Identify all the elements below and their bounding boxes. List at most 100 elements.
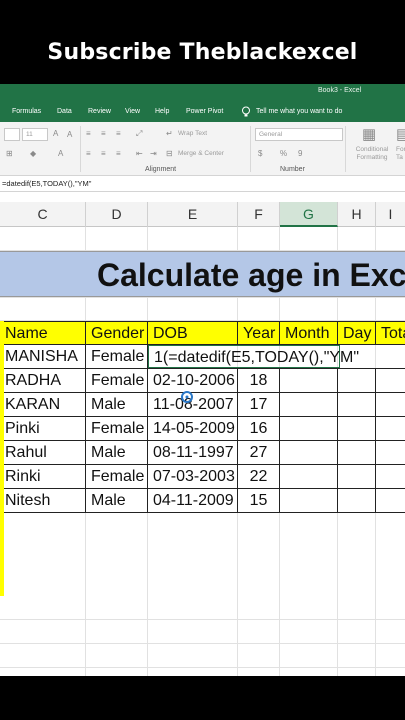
column-header-c[interactable]: C xyxy=(0,202,86,227)
comma-format-icon[interactable]: 9 xyxy=(298,149,302,158)
tab-data[interactable]: Data xyxy=(57,108,72,115)
gender-cell[interactable]: Male xyxy=(86,393,148,416)
font-size-box[interactable]: 11 xyxy=(22,128,48,141)
gender-cell[interactable]: Female xyxy=(86,465,148,488)
day-cell[interactable] xyxy=(338,489,376,512)
column-header-g[interactable]: G xyxy=(280,202,338,227)
name-cell[interactable]: MANISHA xyxy=(0,345,86,368)
name-cell[interactable]: RADHA xyxy=(0,369,86,392)
number-format-box[interactable]: General xyxy=(255,128,343,141)
year-cell[interactable]: 22 xyxy=(238,465,280,488)
currency-format-icon[interactable]: $ xyxy=(258,149,262,158)
column-header-h[interactable]: H xyxy=(338,202,376,227)
tab-formulas[interactable]: Formulas xyxy=(12,108,41,115)
lightbulb-icon xyxy=(242,106,250,117)
tell-me-search[interactable]: Tell me what you want to do xyxy=(256,108,342,115)
total-cell[interactable] xyxy=(376,369,405,392)
total-cell[interactable] xyxy=(376,489,405,512)
align-middle-icon[interactable]: ≡ xyxy=(101,129,106,138)
name-cell[interactable]: Rinki xyxy=(0,465,86,488)
day-cell[interactable] xyxy=(338,417,376,440)
header-day[interactable]: Day xyxy=(338,322,376,345)
wrap-text-label[interactable]: Wrap Text xyxy=(178,130,207,137)
tab-help[interactable]: Help xyxy=(155,108,169,115)
align-left-icon[interactable]: ≡ xyxy=(86,149,91,158)
align-bottom-icon[interactable]: ≡ xyxy=(116,129,121,138)
dob-cell[interactable]: 14-05-2009 xyxy=(148,417,238,440)
day-cell[interactable] xyxy=(338,369,376,392)
column-header-e[interactable]: E xyxy=(148,202,238,227)
total-cell[interactable] xyxy=(376,393,405,416)
year-cell[interactable]: 15 xyxy=(238,489,280,512)
format-as-table-label[interactable]: For Ta xyxy=(396,146,405,162)
gender-cell[interactable]: Female xyxy=(86,369,148,392)
increase-indent-icon[interactable]: ⇥ xyxy=(150,149,157,158)
font-color-icon[interactable]: A xyxy=(58,149,63,158)
font-name-box[interactable] xyxy=(4,128,20,141)
month-cell[interactable] xyxy=(280,489,338,512)
wrap-text-icon[interactable]: ↵ xyxy=(166,129,173,138)
format-as-table-icon[interactable]: ▤ xyxy=(396,125,405,143)
tab-view[interactable]: View xyxy=(125,108,140,115)
grid-line xyxy=(0,643,405,644)
orientation-icon[interactable]: ⤢ xyxy=(136,129,142,139)
day-cell[interactable] xyxy=(338,441,376,464)
year-cell[interactable]: 27 xyxy=(238,441,280,464)
increase-font-icon[interactable]: A xyxy=(53,129,58,138)
month-cell[interactable] xyxy=(280,465,338,488)
title-row[interactable]: Calculate age in Excel xyxy=(0,251,405,297)
dob-cell[interactable]: 08-11-1997 xyxy=(148,441,238,464)
header-month[interactable]: Month xyxy=(280,322,338,345)
conditional-formatting-icon[interactable]: ▦ xyxy=(362,125,376,143)
conditional-formatting-label[interactable]: Conditional Formatting xyxy=(349,146,395,162)
total-cell[interactable] xyxy=(376,417,405,440)
name-cell[interactable]: KARAN xyxy=(0,393,86,416)
align-center-icon[interactable]: ≡ xyxy=(101,149,106,158)
decrease-indent-icon[interactable]: ⇤ xyxy=(136,149,143,158)
tab-review[interactable]: Review xyxy=(88,108,111,115)
gender-cell[interactable]: Female xyxy=(86,417,148,440)
month-cell[interactable] xyxy=(280,417,338,440)
name-cell[interactable]: Rahul xyxy=(0,441,86,464)
column-header-d[interactable]: D xyxy=(86,202,148,227)
merge-center-icon[interactable]: ⊟ xyxy=(166,149,173,158)
day-cell[interactable] xyxy=(338,393,376,416)
header-gender[interactable]: Gender xyxy=(86,322,148,345)
column-header-i[interactable]: I xyxy=(376,202,405,227)
name-cell[interactable]: Pinki xyxy=(0,417,86,440)
borders-icon[interactable]: ⊞ xyxy=(6,149,13,158)
month-cell[interactable] xyxy=(280,393,338,416)
column-header-f[interactable]: F xyxy=(238,202,280,227)
header-name[interactable]: Name xyxy=(0,322,86,345)
day-cell[interactable] xyxy=(338,465,376,488)
header-total[interactable]: Total xyxy=(376,322,405,345)
dob-cell-editing[interactable]: 1(=datedif(E5,TODAY(),"YM" xyxy=(148,345,359,368)
total-cell[interactable] xyxy=(376,465,405,488)
month-cell[interactable] xyxy=(280,369,338,392)
merge-center-label[interactable]: Merge & Center xyxy=(178,150,224,157)
dob-cell[interactable]: 04-11-2009 xyxy=(148,489,238,512)
gender-cell[interactable]: Female xyxy=(86,345,148,368)
total-cell[interactable] xyxy=(376,345,405,368)
month-cell[interactable] xyxy=(280,441,338,464)
total-cell[interactable] xyxy=(376,441,405,464)
formula-bar[interactable]: =datedif(E5,TODAY(),"YM" xyxy=(0,176,405,192)
gender-cell[interactable]: Male xyxy=(86,441,148,464)
percent-format-icon[interactable]: % xyxy=(280,149,287,158)
gender-cell[interactable]: Male xyxy=(86,489,148,512)
year-cell[interactable]: 16 xyxy=(238,417,280,440)
year-cell[interactable]: 17 xyxy=(238,393,280,416)
header-year[interactable]: Year xyxy=(238,322,280,345)
tab-power-pivot[interactable]: Power Pivot xyxy=(186,108,223,115)
ribbon-separator xyxy=(80,126,81,172)
year-cell[interactable]: 18 xyxy=(238,369,280,392)
header-dob[interactable]: DOB xyxy=(148,322,238,345)
decrease-font-icon[interactable]: A xyxy=(67,130,72,139)
name-cell[interactable]: Nitesh xyxy=(0,489,86,512)
align-right-icon[interactable]: ≡ xyxy=(116,149,121,158)
fill-color-icon[interactable]: ◆ xyxy=(30,149,36,158)
align-top-icon[interactable]: ≡ xyxy=(86,129,91,138)
dob-cell[interactable]: 07-03-2003 xyxy=(148,465,238,488)
dob-cell[interactable]: 02-10-2006 xyxy=(148,369,238,392)
worksheet-grid[interactable]: Calculate age in Excel Name Gender DOB Y… xyxy=(0,227,405,676)
